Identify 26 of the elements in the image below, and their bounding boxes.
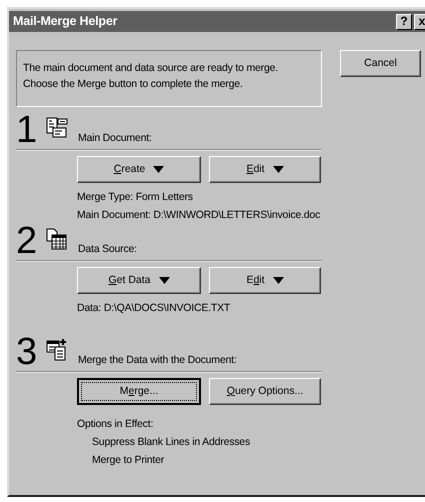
action-button[interactable]: Query Options... (209, 378, 321, 405)
window-title: Mail-Merge Helper (13, 13, 118, 30)
dropdown-button[interactable]: Create (77, 156, 201, 183)
documents-icon (46, 117, 68, 139)
dropdown-button[interactable]: Get Data (77, 267, 201, 294)
message-text: The main document and data source are ready to merge. Choose the Merge button to complete the merge. (16, 50, 322, 107)
dropdown-button[interactable]: Edit (209, 267, 321, 294)
help-button[interactable]: ? (396, 14, 412, 30)
info-text: Main Document: D:\WINWORD\LETTERS\invoice.doc (77, 208, 322, 223)
action-button[interactable]: Merge... (77, 378, 201, 405)
cancel-button[interactable]: Cancel (340, 50, 421, 77)
step-label: Data Source: (78, 242, 137, 258)
info-text: Options in Effect: (77, 417, 154, 432)
step-label: Main Document: (78, 131, 152, 146)
option-text: Merge to Printer (91, 453, 166, 468)
step-number: 2 (16, 224, 38, 258)
dropdown-button[interactable]: Edit (209, 156, 321, 183)
merge-documents-icon (46, 339, 68, 361)
info-text: Data: D:\QA\DOCS\INVOICE.TXT (77, 301, 232, 316)
close-button[interactable]: x (414, 14, 425, 30)
table-document-icon (46, 228, 68, 250)
info-text: Merge Type: Form Letters (77, 190, 194, 205)
step-number: 3 (16, 335, 38, 369)
step-number: 1 (16, 113, 38, 147)
option-text: Suppress Blank Lines in Addresses (91, 435, 251, 450)
step-label: Merge the Data with the Document: (78, 353, 237, 368)
